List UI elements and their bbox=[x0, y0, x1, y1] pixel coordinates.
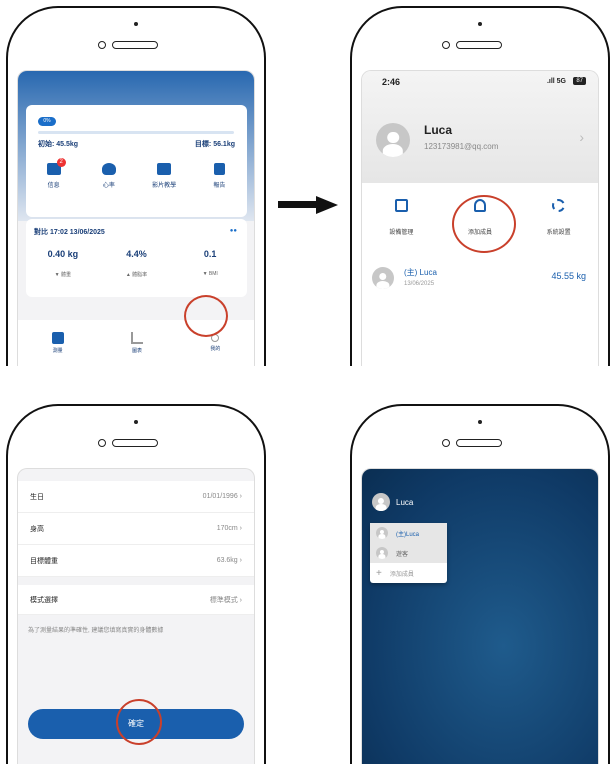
mode-select-row[interactable]: 模式選擇 標準模式 › bbox=[18, 585, 254, 615]
menu-item-owner[interactable]: (主)Luca bbox=[370, 523, 447, 543]
phone-frame-3: 生日 01/01/1996 › 身高 170cm › 目標體重 63.6kg › 模式… bbox=[6, 404, 266, 764]
tab-measure[interactable]: 測量 bbox=[51, 332, 64, 354]
battery-icon: 87 bbox=[573, 77, 586, 85]
heart-rate-button[interactable]: 心率 bbox=[89, 163, 129, 189]
measure-icon bbox=[51, 332, 64, 344]
device-icon bbox=[394, 199, 408, 212]
mail-icon: 2 bbox=[46, 158, 66, 175]
plus-icon: + bbox=[376, 567, 382, 579]
user-email: 123173981@qq.com bbox=[424, 142, 499, 151]
gear-icon bbox=[552, 199, 566, 212]
height-row[interactable]: 身高 170cm › bbox=[18, 513, 254, 545]
stat-bmi-label: ▼ BMI bbox=[202, 271, 218, 277]
right-arrow-icon bbox=[278, 196, 338, 214]
status-time: 2:46 bbox=[382, 77, 401, 87]
page-dots: ●● bbox=[229, 228, 237, 234]
member-date: 13/06/2025 bbox=[404, 281, 435, 287]
avatar bbox=[372, 493, 390, 511]
chart-icon bbox=[130, 332, 143, 344]
compare-label: 對比 17:02 13/06/2025 bbox=[34, 229, 105, 236]
progress-badge: 0% bbox=[38, 117, 56, 126]
highlight-circle bbox=[116, 699, 162, 745]
heart-rate-icon bbox=[101, 163, 116, 175]
highlight-circle bbox=[452, 195, 516, 253]
member-row[interactable]: (主) Luca 13/06/2025 45.55 kg bbox=[362, 261, 598, 301]
member-name: (主) Luca bbox=[404, 268, 437, 277]
hint-text: 為了測量結果的準確性, 建議您填寫真實的身體數據 bbox=[28, 628, 164, 634]
user-name: Luca bbox=[424, 123, 453, 137]
system-settings-button[interactable]: 系統設置 bbox=[529, 199, 589, 236]
menu-item-add-member[interactable]: + 添加成員 bbox=[370, 563, 447, 583]
report-button[interactable]: 報告 bbox=[199, 163, 239, 189]
avatar bbox=[376, 123, 410, 157]
profile-screen: 2:46 .ıll 5G 87 Luca 123173981@qq.com › … bbox=[361, 70, 599, 366]
phone-frame-2: 2:46 .ıll 5G 87 Luca 123173981@qq.com › … bbox=[350, 6, 610, 366]
device-manage-button[interactable]: 設備管理 bbox=[371, 199, 431, 236]
phone-frame-1: 0% 初始: 45.5kg 目標: 56.1kg 2 信息 心率 影片教學 報告 … bbox=[6, 6, 266, 366]
member-switcher[interactable]: Luca bbox=[372, 493, 413, 511]
profile-edit-screen: 生日 01/01/1996 › 身高 170cm › 目標體重 63.6kg › 模式… bbox=[17, 468, 255, 764]
tab-charts[interactable]: 圖表 bbox=[130, 332, 143, 354]
stat-bodyfat-value: 4.4% bbox=[126, 249, 147, 259]
stat-bmi-value: 0.1 bbox=[203, 249, 217, 259]
video-icon bbox=[157, 163, 172, 175]
birthday-row[interactable]: 生日 01/01/1996 › bbox=[18, 481, 254, 513]
stat-weight-label: ▼ 體重 bbox=[54, 272, 71, 278]
member-menu: (主)Luca 遊客 + 添加成員 bbox=[370, 523, 447, 583]
stat-weight-value: 0.40 kg bbox=[47, 249, 79, 259]
status-signal: .ıll 5G bbox=[546, 78, 566, 85]
tab-mine[interactable]: 我的 bbox=[210, 334, 220, 352]
target-weight-row[interactable]: 目標體重 63.6kg › bbox=[18, 545, 254, 577]
member-weight: 45.55 kg bbox=[551, 271, 586, 281]
member-avatar bbox=[372, 267, 394, 289]
progress-bar bbox=[38, 131, 234, 134]
phone-frame-4: Luca (主)Luca 遊客 + 添加成員 bbox=[350, 404, 610, 764]
menu-item-guest[interactable]: 遊客 bbox=[370, 543, 447, 563]
stat-bodyfat-label: ▲ 體脂率 bbox=[125, 272, 148, 278]
goal-card[interactable]: 0% 初始: 45.5kg 目標: 56.1kg 2 信息 心率 影片教學 報告 bbox=[26, 105, 247, 217]
user-name: Luca bbox=[396, 497, 414, 507]
compare-card[interactable]: 對比 17:02 13/06/2025 ●● 0.40 kg 4.4% 0.1 … bbox=[26, 219, 247, 297]
report-icon bbox=[213, 163, 225, 175]
message-badge: 2 bbox=[56, 158, 66, 167]
messages-button[interactable]: 2 信息 bbox=[34, 158, 74, 189]
target-weight: 目標: 56.1kg bbox=[194, 141, 235, 148]
home-screen: 0% 初始: 45.5kg 目標: 56.1kg 2 信息 心率 影片教學 報告 … bbox=[17, 70, 255, 366]
video-tutorial-button[interactable]: 影片教學 bbox=[144, 163, 184, 189]
highlight-circle bbox=[184, 295, 228, 337]
chevron-right-icon: › bbox=[579, 129, 584, 145]
profile-header[interactable]: Luca 123173981@qq.com › bbox=[362, 111, 598, 171]
initial-weight: 初始: 45.5kg bbox=[38, 141, 79, 148]
member-switch-screen: Luca (主)Luca 遊客 + 添加成員 bbox=[361, 468, 599, 764]
